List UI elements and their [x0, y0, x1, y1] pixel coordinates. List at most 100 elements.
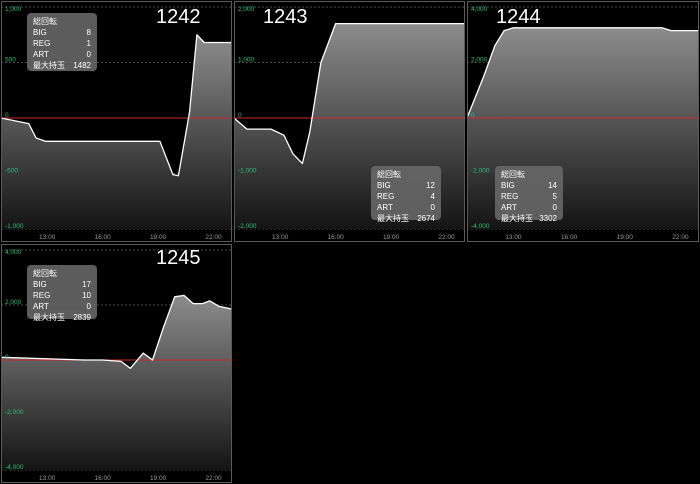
stats-art-value: 0 [552, 203, 557, 212]
stats-reg-value: 4 [430, 192, 435, 201]
stats-art-value: 0 [86, 302, 91, 311]
x-tick-label: 13:00 [272, 234, 289, 241]
stats-big-row: BIG 12 [377, 180, 435, 191]
stats-art-label: ART [33, 50, 49, 59]
stats-reg-label: REG [377, 192, 395, 201]
stats-big-label: BIG [33, 28, 47, 37]
stats-box: 総回転 BIG 14 REG 5 ART 0 最大持玉 3302 [495, 166, 563, 223]
x-tick-label: 19:00 [150, 475, 167, 482]
stats-max-label: 最大持玉 [33, 61, 65, 70]
machine-number: 1243 [263, 6, 308, 28]
stats-max-row: 最大持玉 3302 [501, 213, 557, 224]
y-tick-label: 1,000 [238, 57, 255, 64]
stats-max-label: 最大持玉 [501, 214, 533, 223]
stats-spins-label: 総回転 [33, 17, 57, 26]
stats-art-label: ART [33, 302, 49, 311]
machine-number: 1242 [156, 6, 201, 28]
stats-big-label: BIG [501, 181, 515, 190]
stats-max-label: 最大持玉 [33, 313, 65, 322]
stats-art-row: ART 0 [501, 202, 557, 213]
x-tick-label: 13:00 [39, 234, 56, 241]
stats-art-row: ART 0 [377, 202, 435, 213]
stats-max-row: 最大持玉 2674 [377, 213, 435, 224]
x-tick-label: 22:00 [205, 475, 222, 482]
stats-big-value: 12 [426, 181, 435, 190]
y-tick-label: 0 [238, 112, 242, 119]
y-tick-label: 0 [471, 112, 475, 119]
stats-max-value: 2674 [417, 214, 435, 223]
y-tick-label: -4,000 [471, 223, 490, 230]
stats-big-label: BIG [377, 181, 391, 190]
stats-max-value: 3302 [539, 214, 557, 223]
x-tick-label: 19:00 [383, 234, 400, 241]
y-tick-label: 0 [5, 354, 9, 361]
stats-box: 総回転 BIG 12 REG 4 ART 0 最大持玉 2674 [371, 166, 441, 223]
stats-max-row: 最大持玉 2839 [33, 312, 91, 323]
stats-spins-label: 総回転 [501, 170, 525, 179]
stats-big-value: 17 [82, 280, 91, 289]
y-tick-label: 4,000 [471, 6, 488, 13]
chart-panel-1245: 4,000 2,000 0 -2,000 -4,000 13:00 16:00 19:00 22… [1, 244, 232, 483]
stats-big-row: BIG 14 [501, 180, 557, 191]
chart-panel-1244: 4,000 2,000 0 -2,000 -4,000 13:00 16:00 19:00 22… [467, 1, 699, 242]
stats-big-value: 14 [548, 181, 557, 190]
x-tick-label: 16:00 [94, 234, 111, 241]
stats-max-label: 最大持玉 [377, 214, 409, 223]
stats-spins-label: 総回転 [377, 170, 401, 179]
stats-box: 総回転 BIG 8 REG 1 ART 0 最大持玉 1482 [27, 13, 97, 71]
y-tick-label: -500 [5, 168, 18, 175]
y-tick-label: -2,000 [471, 168, 490, 175]
chart-panel-1242: 1,000 500 0 -500 -1,000 13:00 16:00 19:00 22:00 … [1, 1, 232, 242]
x-tick-label: 19:00 [150, 234, 167, 241]
machine-number: 1244 [496, 6, 541, 28]
stats-art-label: ART [377, 203, 393, 212]
x-tick-label: 22:00 [205, 234, 222, 241]
stats-big-row: BIG 17 [33, 279, 91, 290]
stats-big-value: 8 [86, 28, 91, 37]
stats-box: 総回転 BIG 17 REG 10 ART 0 最大持玉 2839 [27, 265, 97, 322]
x-tick-label: 16:00 [327, 234, 344, 241]
x-tick-label: 16:00 [561, 234, 578, 241]
stats-reg-label: REG [33, 291, 51, 300]
y-tick-label: -1,000 [5, 223, 24, 230]
y-tick-label: 0 [5, 112, 9, 119]
machine-number: 1245 [156, 247, 201, 269]
x-tick-label: 22:00 [672, 234, 689, 241]
stats-reg-value: 10 [82, 291, 91, 300]
y-tick-label: 2,000 [5, 299, 22, 306]
y-tick-label: 4,000 [5, 249, 22, 256]
stats-reg-label: REG [33, 39, 51, 48]
y-tick-label: -1,000 [238, 168, 257, 175]
x-tick-label: 13:00 [39, 475, 56, 482]
x-tick-label: 13:00 [505, 234, 522, 241]
y-tick-label: 2,000 [471, 57, 488, 64]
stats-max-value: 2839 [73, 313, 91, 322]
stats-spins-label: 総回転 [33, 269, 57, 278]
stats-art-row: ART 0 [33, 49, 91, 60]
y-tick-label: 1,000 [5, 6, 22, 13]
stats-art-value: 0 [86, 50, 91, 59]
x-tick-label: 22:00 [438, 234, 455, 241]
y-tick-label: -2,000 [5, 409, 24, 416]
y-tick-label: -4,000 [5, 464, 24, 471]
stats-reg-row: REG 1 [33, 38, 91, 49]
chart-panel-1243: 2,000 1,000 0 -1,000 -2,000 13:00 16:00 19:00 22… [234, 1, 465, 242]
x-tick-label: 19:00 [617, 234, 634, 241]
stats-reg-label: REG [501, 192, 519, 201]
stats-reg-value: 5 [552, 192, 557, 201]
stats-big-row: BIG 8 [33, 27, 91, 38]
stats-max-value: 1482 [73, 61, 91, 70]
stats-art-label: ART [501, 203, 517, 212]
stats-reg-value: 1 [86, 39, 91, 48]
y-tick-label: 500 [5, 57, 16, 64]
stats-reg-row: REG 10 [33, 290, 91, 301]
y-tick-label: -2,000 [238, 223, 257, 230]
stats-big-label: BIG [33, 280, 47, 289]
y-tick-label: 2,000 [238, 6, 255, 13]
stats-reg-row: REG 5 [501, 191, 557, 202]
stats-reg-row: REG 4 [377, 191, 435, 202]
stats-art-row: ART 0 [33, 301, 91, 312]
stats-max-row: 最大持玉 1482 [33, 60, 91, 71]
x-tick-label: 16:00 [94, 475, 111, 482]
stats-art-value: 0 [430, 203, 435, 212]
